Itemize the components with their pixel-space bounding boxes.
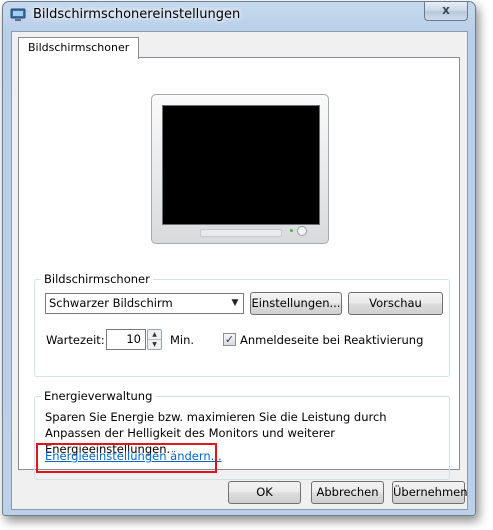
- monitor-button-strip: [200, 229, 282, 237]
- screensaver-app-icon: [10, 8, 26, 21]
- chevron-down-icon[interactable]: ▼: [227, 294, 243, 313]
- screensaver-select-value: Schwarzer Bildschirm: [49, 296, 173, 310]
- monitor-bezel: [151, 94, 329, 244]
- wait-time-input[interactable]: 10: [106, 329, 146, 350]
- tab-panel: Bildschirmschoner Schwarzer Bildschirm ▼…: [18, 57, 460, 480]
- apply-button[interactable]: Übernehmen: [392, 481, 468, 504]
- dialog-window: Bildschirmschonereinstellungen x Bildsch…: [2, 1, 476, 516]
- link-highlight-box: [36, 443, 217, 473]
- monitor-power-knob: [297, 226, 307, 236]
- close-button[interactable]: x: [424, 2, 468, 21]
- window-title: Bildschirmschonereinstellungen: [33, 7, 241, 22]
- title-bar[interactable]: Bildschirmschonereinstellungen x: [3, 2, 475, 29]
- wait-label: Wartezeit:: [46, 333, 105, 347]
- preview-button[interactable]: Vorschau: [348, 292, 443, 315]
- ok-button[interactable]: OK: [228, 481, 301, 504]
- spin-up-icon[interactable]: ▲: [148, 330, 161, 340]
- resume-logon-checkbox[interactable]: ✓: [223, 333, 236, 346]
- power-management-group: Energieverwaltung Sparen Sie Energie bzw…: [34, 389, 450, 480]
- power-group-label: Energieverwaltung: [41, 389, 156, 403]
- dialog-client-area: Bildschirmschoner Bildschirmschoner Schw…: [11, 31, 468, 510]
- settings-button[interactable]: Einstellungen...: [250, 292, 342, 315]
- wait-unit-label: Min.: [170, 333, 195, 347]
- screensaver-group-label: Bildschirmschoner: [41, 272, 153, 286]
- monitor-preview: [151, 94, 329, 246]
- wait-time-stepper[interactable]: ▲ ▼: [147, 329, 162, 350]
- monitor-screen: [162, 105, 320, 225]
- screensaver-select[interactable]: Schwarzer Bildschirm ▼: [45, 293, 244, 314]
- resume-logon-label[interactable]: Anmeldeseite bei Reaktivierung: [240, 333, 423, 347]
- monitor-power-led: [290, 229, 293, 232]
- spin-down-icon[interactable]: ▼: [148, 340, 161, 349]
- tab-bildschirmschoner[interactable]: Bildschirmschoner: [18, 37, 140, 59]
- cancel-button[interactable]: Abbrechen: [311, 481, 384, 504]
- screensaver-group: Bildschirmschoner Schwarzer Bildschirm ▼…: [34, 272, 450, 377]
